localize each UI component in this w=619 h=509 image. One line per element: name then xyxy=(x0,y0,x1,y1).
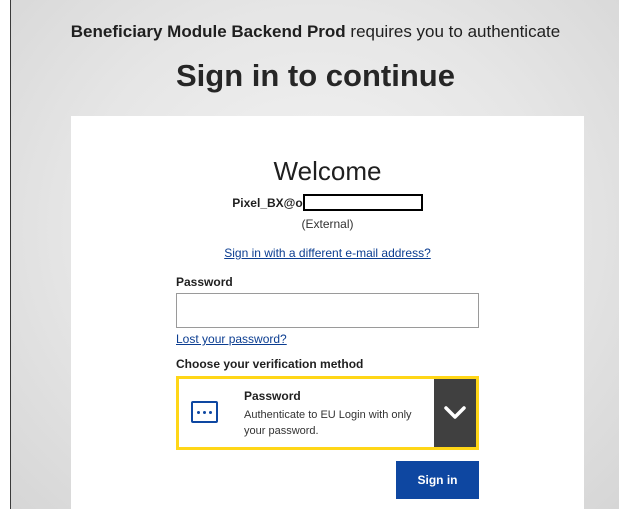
welcome-heading: Welcome xyxy=(273,156,382,186)
email-redaction-box xyxy=(302,194,423,211)
different-email-link[interactable]: Sign in with a different e-mail address? xyxy=(71,246,584,260)
login-card: Welcome Pixel_BX@o (External) Sign in wi… xyxy=(71,116,584,509)
password-input[interactable] xyxy=(176,293,479,328)
account-type: (External) xyxy=(301,217,354,231)
password-label: Password xyxy=(176,275,233,289)
page-title: Sign in to continue xyxy=(176,58,455,93)
lost-password-link[interactable]: Lost your password? xyxy=(176,332,287,346)
password-dots-icon xyxy=(191,401,218,423)
method-title: Password xyxy=(244,389,301,403)
verification-method-label: Choose your verification method xyxy=(176,357,364,371)
verification-method-select[interactable]: Password Authenticate to EU Login with o… xyxy=(176,376,479,450)
app-name: Beneficiary Module Backend Prod xyxy=(70,22,346,41)
app-auth-suffix: requires you to authenticate xyxy=(345,22,561,41)
chevron-down-icon xyxy=(444,406,466,419)
user-email: Pixel_BX@o xyxy=(71,194,584,211)
sign-in-button[interactable]: Sign in xyxy=(396,461,479,499)
app-auth-notice: Beneficiary Module Backend Prod requires… xyxy=(11,22,619,42)
method-description: Authenticate to EU Login with only your … xyxy=(244,409,412,437)
user-email-prefix: Pixel_BX@o xyxy=(232,196,303,210)
page-viewport: Beneficiary Module Backend Prod requires… xyxy=(10,0,619,509)
method-dropdown-toggle[interactable] xyxy=(434,379,476,447)
